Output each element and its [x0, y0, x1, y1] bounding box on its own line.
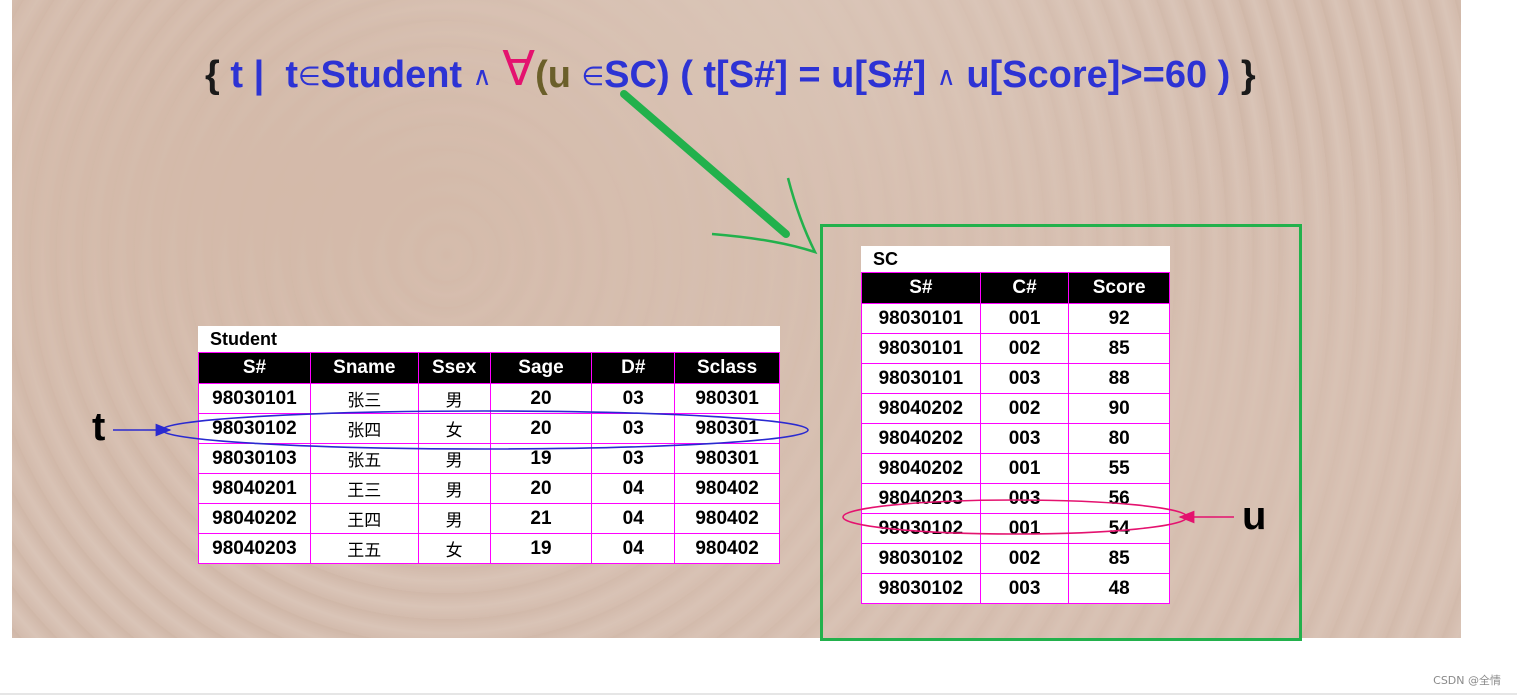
green-pointer-stroke [620, 90, 790, 238]
annotation-layer [113, 90, 1234, 535]
u-variable-label: u [1242, 494, 1267, 538]
csdn-watermark: CSDN @全情 [1433, 674, 1501, 687]
u-row-ellipse [842, 499, 1188, 535]
t-variable-label: t [92, 405, 106, 449]
t-row-ellipse [161, 410, 809, 450]
